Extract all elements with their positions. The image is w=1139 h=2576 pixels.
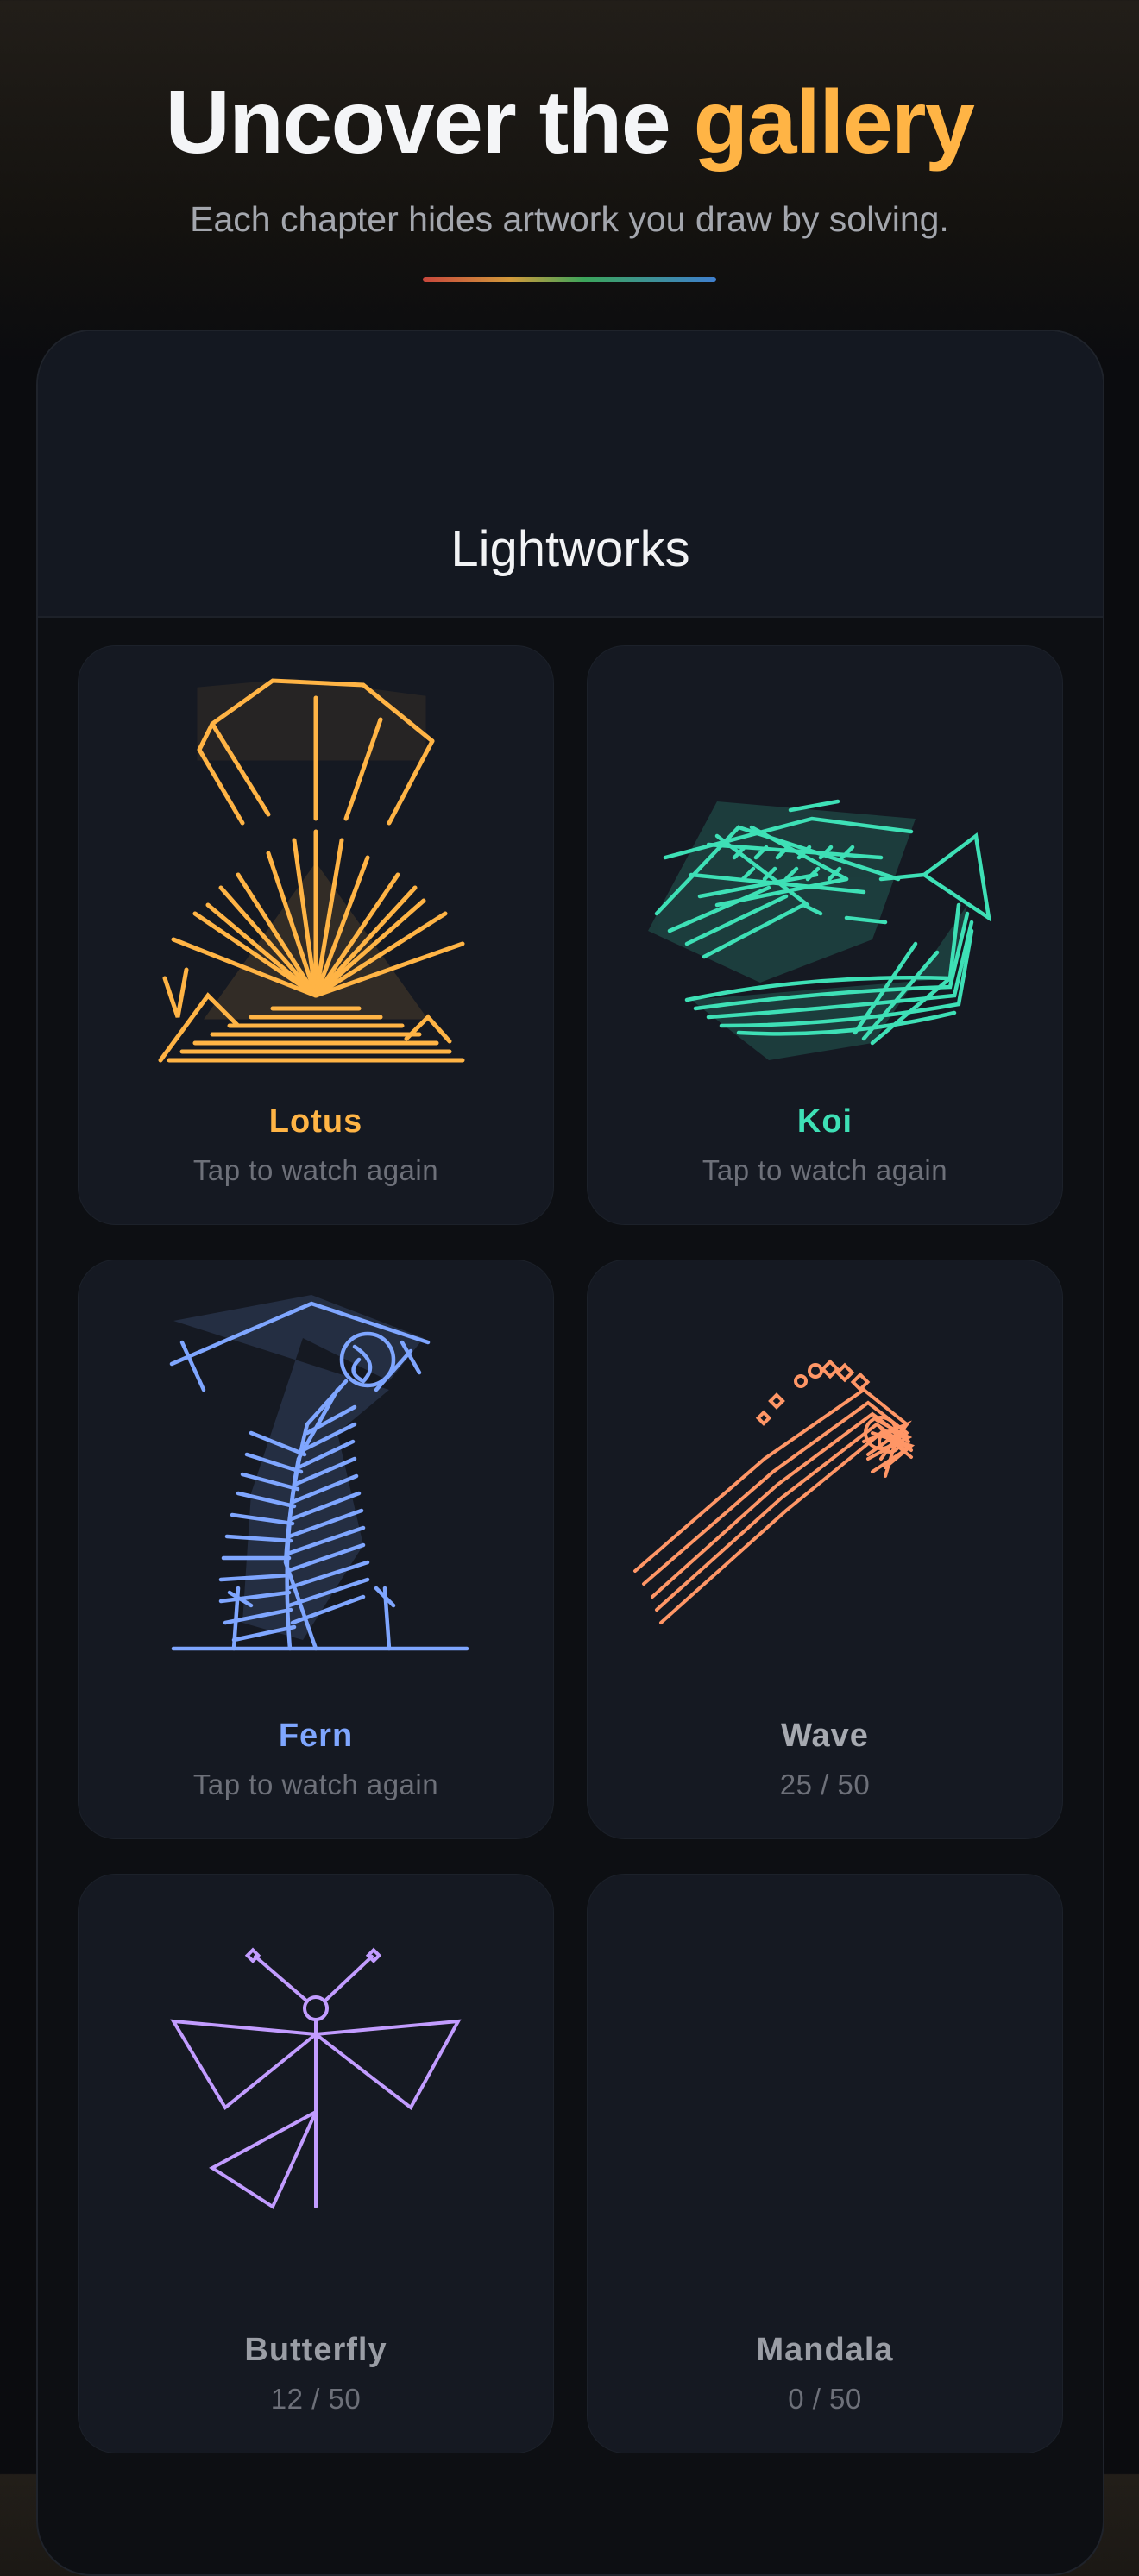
artwork-status: Tap to watch again [192, 1769, 439, 1800]
title-accent: gallery [693, 72, 975, 173]
mandala-artwork-icon [588, 1875, 1062, 2358]
page-subtitle: Each chapter hides artwork you draw by s… [190, 199, 949, 239]
lotus-artwork-icon [158, 678, 465, 1063]
artwork-card-butterfly[interactable]: Butterfly 12 / 50 [78, 1874, 554, 2453]
title-divider [423, 277, 716, 282]
artwork-name: Lotus [268, 1103, 363, 1140]
artwork-status: Tap to watch again [192, 1154, 439, 1186]
wave-artwork-icon [633, 1359, 916, 1624]
fern-artwork-icon [169, 1295, 469, 1651]
chapter-title: Lightworks [450, 521, 690, 577]
artwork-status: 12 / 50 [270, 2383, 362, 2415]
butterfly-artwork-icon [170, 1947, 462, 2209]
artwork-status: Tap to watch again [702, 1154, 948, 1186]
artwork-card-koi[interactable]: Koi Tap to watch again [587, 645, 1063, 1225]
artwork-name: Koi [796, 1103, 853, 1140]
koi-artwork-icon [648, 799, 992, 1060]
chapter-header: Lightworks [38, 331, 1103, 618]
artwork-status: 25 / 50 [779, 1769, 871, 1800]
artwork-status: 0 / 50 [788, 2383, 862, 2415]
artwork-card-mandala[interactable]: Mandala 0 / 50 [587, 1874, 1063, 2453]
page-title: Uncover the gallery [0, 71, 1139, 174]
artwork-name: Butterfly [244, 2332, 387, 2368]
artwork-card-wave[interactable]: Wave 25 / 50 [587, 1260, 1063, 1839]
artwork-name: Mandala [756, 2332, 894, 2368]
artwork-name: Fern [278, 1718, 354, 1754]
artwork-name: Wave [781, 1718, 869, 1754]
artwork-card-fern[interactable]: Fern Tap to watch again [78, 1260, 554, 1839]
chapter-panel: Lightworks Lotus Tap to watch again Koi … [36, 330, 1104, 2576]
title-prefix: Uncover the [165, 72, 694, 173]
artwork-card-lotus[interactable]: Lotus Tap to watch again [78, 645, 554, 1225]
